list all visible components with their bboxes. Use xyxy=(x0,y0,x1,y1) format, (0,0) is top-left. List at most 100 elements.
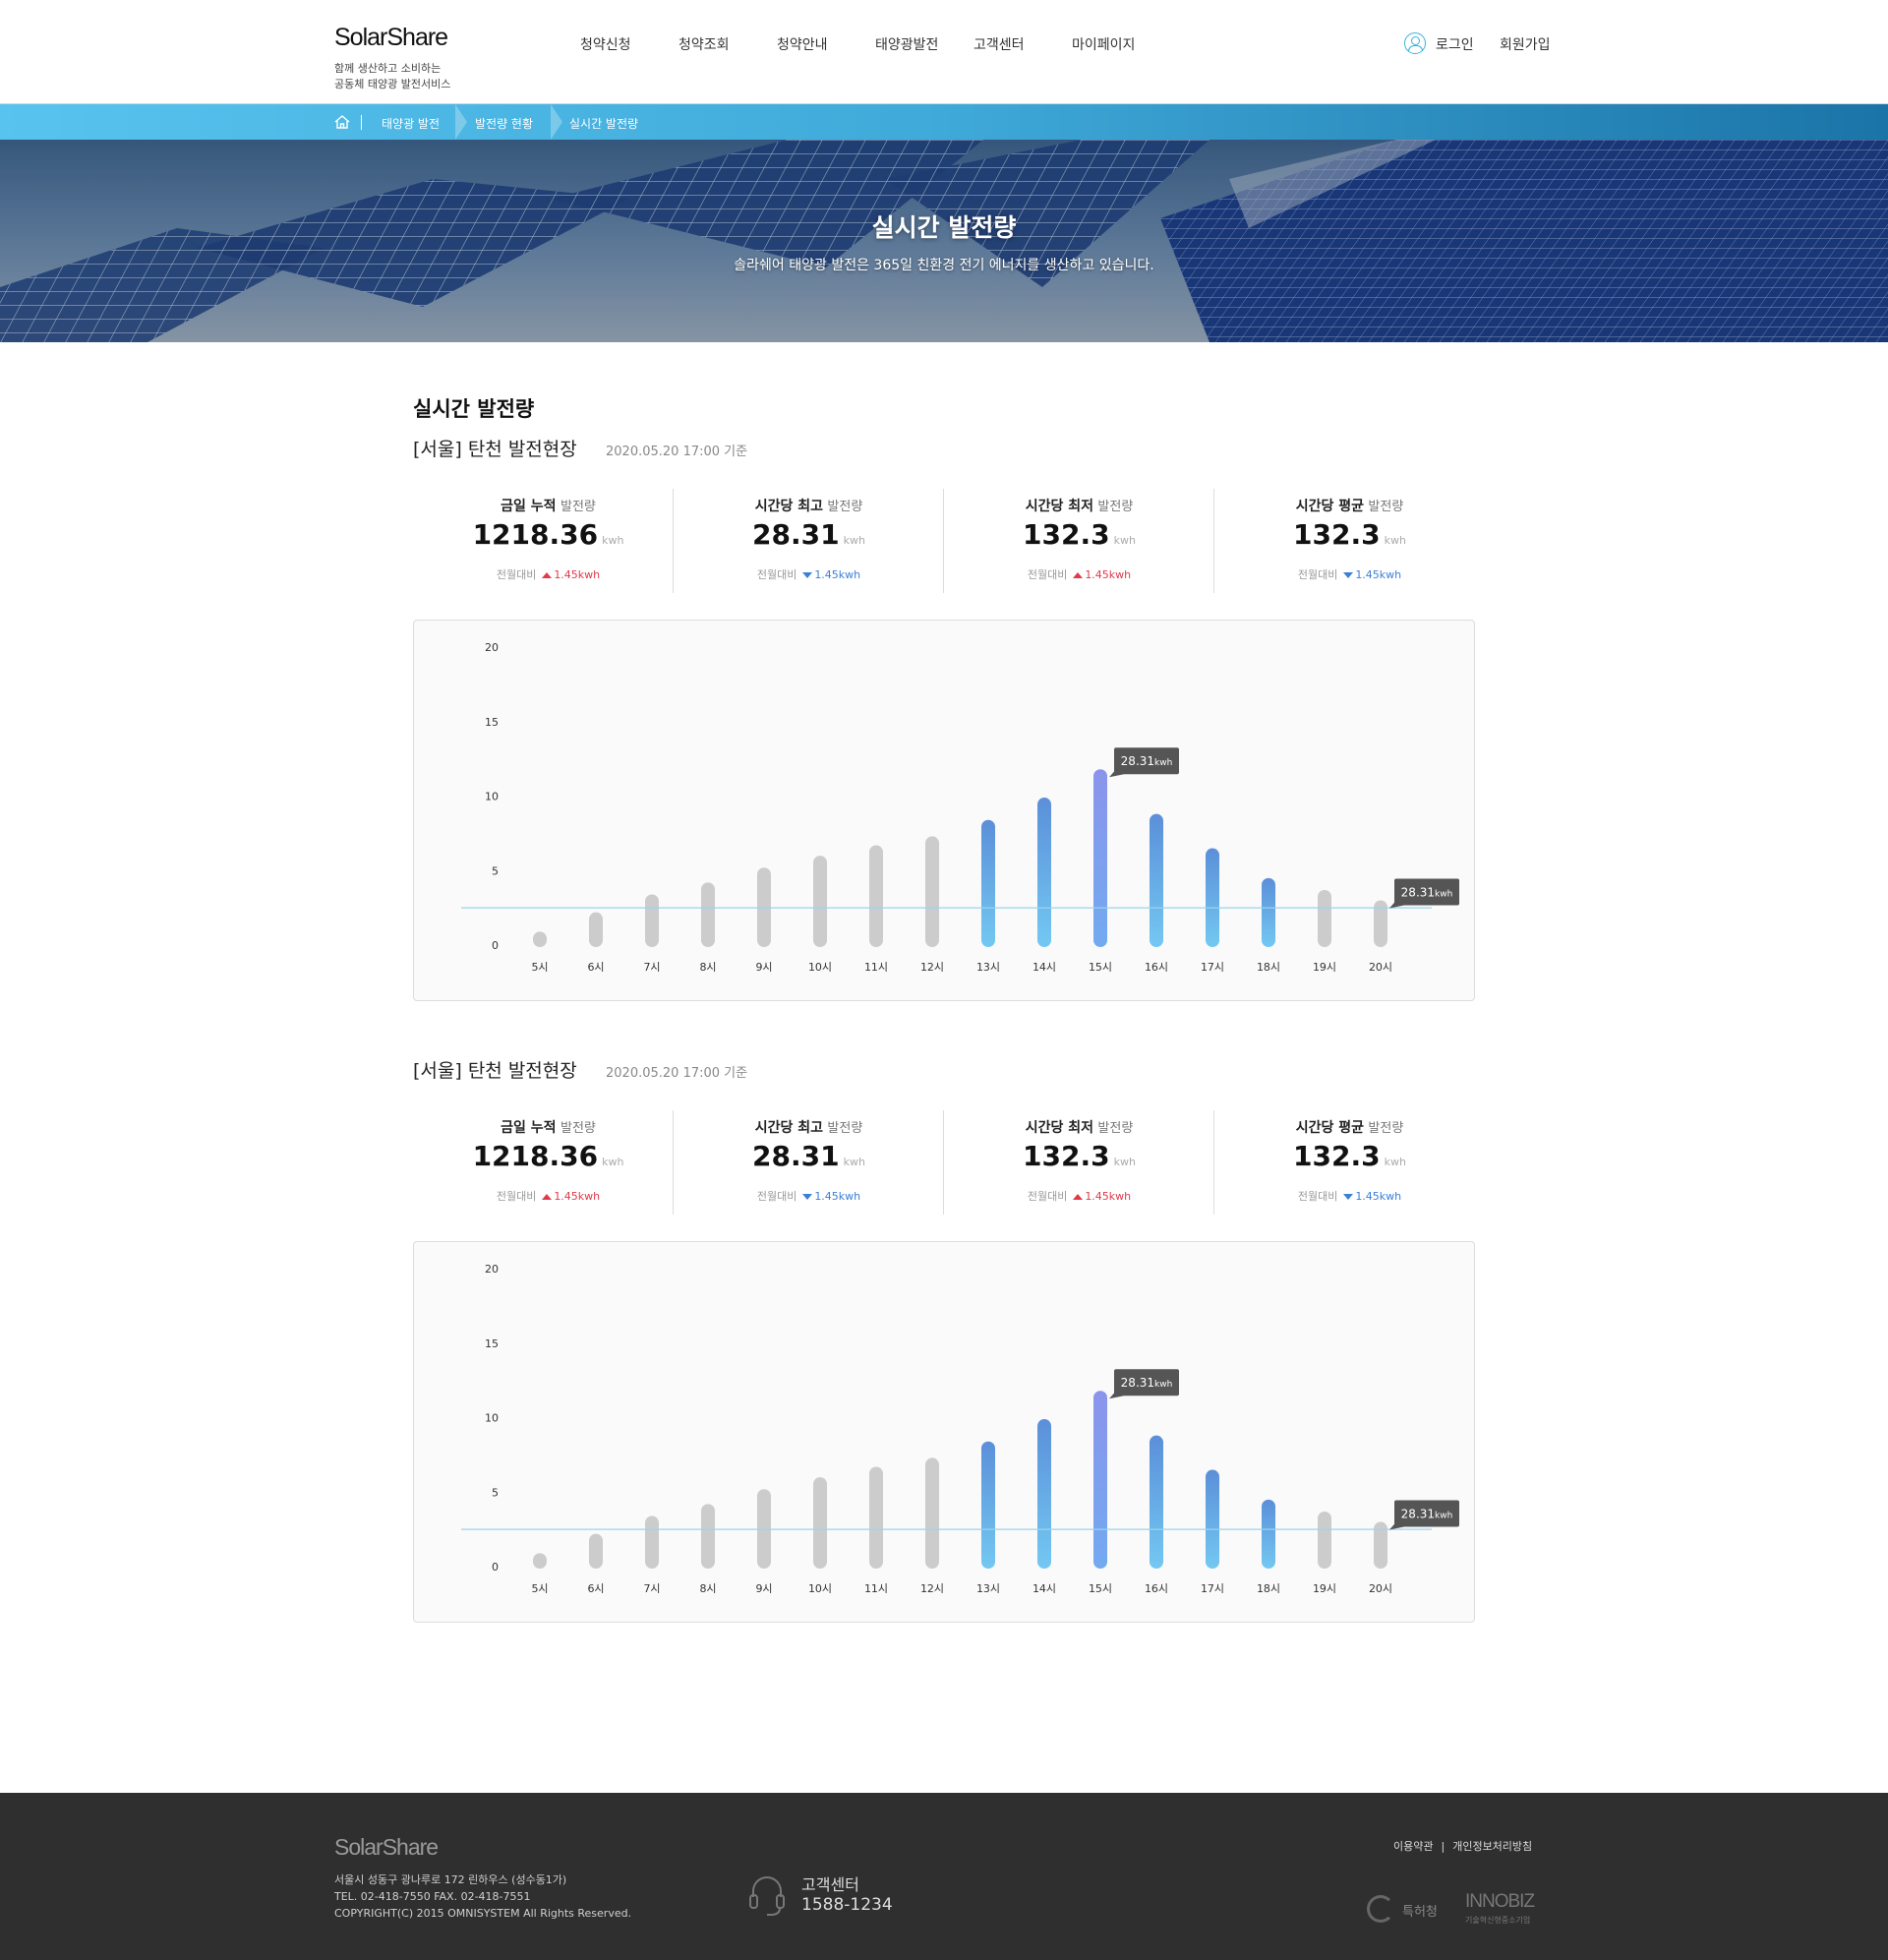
bar[interactable] xyxy=(981,819,995,947)
x-tick-label: 5시 xyxy=(531,1582,548,1595)
link-divider: | xyxy=(1441,1840,1446,1853)
footer-customer-center: 고객센터 1588-1234 xyxy=(747,1871,944,1921)
stat-compare: 전월대비 1.45kwh xyxy=(674,1188,944,1204)
bar[interactable] xyxy=(813,1477,827,1569)
site-logo[interactable]: SolarShare xyxy=(334,24,448,52)
stat-label: 시간당 최저 발전량 xyxy=(944,496,1214,515)
compare-delta: 1.45kwh xyxy=(554,568,601,581)
bar[interactable] xyxy=(1150,813,1163,947)
site-section: [서울] 탄천 발전현장 2020.05.20 17:00 기준 금일 누적 발… xyxy=(413,1056,1475,1627)
bar[interactable] xyxy=(645,894,659,947)
bar[interactable] xyxy=(925,836,939,947)
compare-delta: 1.45kwh xyxy=(1355,568,1402,581)
nav-item-guide[interactable]: 청약안내 xyxy=(777,34,828,54)
compare-label: 전월대비 xyxy=(1297,1190,1338,1203)
stat-value: 132.3 kwh xyxy=(1214,518,1485,551)
nav-item-mypage[interactable]: 마이페이지 xyxy=(1072,34,1135,54)
terms-link[interactable]: 이용약관 xyxy=(1393,1840,1433,1853)
stat-number: 132.3 xyxy=(1023,1140,1110,1172)
bar[interactable] xyxy=(1150,1435,1163,1569)
bar[interactable] xyxy=(1262,877,1275,947)
bar[interactable] xyxy=(813,856,827,947)
cs-label: 고객센터 xyxy=(801,1875,859,1894)
stat-label-strong: 금일 누적 xyxy=(501,499,557,514)
bar[interactable] xyxy=(533,1553,547,1569)
stat-number: 132.3 xyxy=(1023,518,1110,551)
headset-icon xyxy=(749,1876,785,1916)
nav-item-support[interactable]: 고객센터 xyxy=(974,34,1025,54)
breadcrumb-item-solar[interactable]: 태양광 발전 xyxy=(382,115,440,132)
stat-label-light: 발전량 xyxy=(560,1121,596,1136)
stat-label-light: 발전량 xyxy=(560,500,596,514)
x-tick-label: 17시 xyxy=(1201,961,1224,974)
y-tick-label: 15 xyxy=(485,716,499,729)
badge-text: INNOBIZ xyxy=(1465,1891,1535,1912)
bar[interactable] xyxy=(1318,889,1331,947)
bar[interactable] xyxy=(869,1466,883,1569)
stat-value: 1218.36 kwh xyxy=(413,518,683,551)
breadcrumb-item-realtime: 실시간 발전량 xyxy=(569,117,639,131)
home-icon[interactable] xyxy=(333,113,351,131)
y-tick-label: 20 xyxy=(485,1263,499,1276)
signup-link[interactable]: 회원가입 xyxy=(1500,34,1551,54)
stat-unit: kwh xyxy=(1384,534,1406,547)
stat-number: 28.31 xyxy=(752,518,840,551)
breadcrumb-item-status[interactable]: 발전량 현황 xyxy=(475,115,533,132)
bar[interactable] xyxy=(1093,769,1107,947)
stat-label: 시간당 최저 발전량 xyxy=(944,1117,1214,1137)
bar[interactable] xyxy=(533,931,547,947)
footer-links: 이용약관 | 개인정보처리방침 xyxy=(1393,1838,1532,1854)
value-callout: 28.31kwh xyxy=(1389,878,1459,909)
bar[interactable] xyxy=(1318,1511,1331,1569)
bar[interactable] xyxy=(1262,1499,1275,1569)
breadcrumb-divider xyxy=(361,115,362,130)
stat-unit: kwh xyxy=(1113,534,1136,547)
arrow-up-icon xyxy=(542,1194,553,1200)
stat-compare: 전월대비 1.45kwh xyxy=(944,566,1214,582)
x-tick-label: 5시 xyxy=(531,961,548,974)
x-tick-label: 14시 xyxy=(1032,961,1056,974)
bar[interactable] xyxy=(981,1441,995,1569)
timestamp: 2020.05.20 17:00 기준 xyxy=(606,1066,748,1081)
stat-label: 금일 누적 발전량 xyxy=(413,496,683,515)
y-tick-label: 15 xyxy=(485,1337,499,1350)
bar[interactable] xyxy=(1037,1419,1051,1569)
bar[interactable] xyxy=(701,882,715,947)
bar[interactable] xyxy=(1206,1469,1219,1569)
y-tick-label: 5 xyxy=(492,864,499,877)
stat-value: 132.3 kwh xyxy=(944,1140,1214,1172)
bar[interactable] xyxy=(925,1457,939,1569)
generation-chart: 0 5 10 15 20 5시 6시 7시 8시 9시 10시 11시 12시 13시 14시 15시 16시 1… xyxy=(413,1241,1475,1623)
nav-item-lookup[interactable]: 청약조회 xyxy=(678,34,730,54)
innobiz-badge: INNOBIZ 기술혁신형중소기업 xyxy=(1465,1891,1544,1925)
breadcrumb-chevron-icon xyxy=(551,104,562,140)
stat-value: 132.3 kwh xyxy=(944,518,1214,551)
stat-label-light: 발전량 xyxy=(1097,1121,1134,1136)
nav-item-subscribe[interactable]: 청약신청 xyxy=(580,34,631,54)
compare-label: 전월대비 xyxy=(1297,568,1338,581)
x-tick-label: 12시 xyxy=(920,1582,944,1595)
site-footer: SolarShare 서울시 성동구 광나루로 172 린하우스 (성수동1가)… xyxy=(0,1793,1888,1960)
bar[interactable] xyxy=(1206,848,1219,947)
nav-item-solar[interactable]: 태양광발전 xyxy=(875,34,938,54)
stat-compare: 전월대비 1.45kwh xyxy=(1214,566,1485,582)
compare-delta: 1.45kwh xyxy=(554,1190,601,1203)
stat-label-strong: 시간당 최저 xyxy=(1025,1120,1093,1136)
bar[interactable] xyxy=(869,845,883,947)
bar[interactable] xyxy=(645,1515,659,1569)
privacy-link[interactable]: 개인정보처리방침 xyxy=(1452,1840,1532,1853)
breadcrumb-chevron-icon xyxy=(455,104,467,140)
tagline-line-2: 공동체 태양광 발전서비스 xyxy=(334,78,451,90)
arrow-up-icon xyxy=(1073,1194,1084,1200)
stat-number: 1218.36 xyxy=(472,518,599,551)
stat-card-hourly-max: 시간당 최고 발전량 28.31 kwh 전월대비 1.45kwh xyxy=(673,489,943,593)
bar[interactable] xyxy=(1093,1391,1107,1569)
compare-label: 전월대비 xyxy=(756,568,797,581)
patent-logo-icon xyxy=(1367,1895,1394,1923)
bar[interactable] xyxy=(701,1504,715,1569)
x-tick-label: 19시 xyxy=(1313,1582,1336,1595)
bar[interactable] xyxy=(589,912,603,947)
bar[interactable] xyxy=(589,1533,603,1569)
bar[interactable] xyxy=(1037,798,1051,947)
site-name: [서울] 탄천 발전현장 xyxy=(413,1060,577,1082)
